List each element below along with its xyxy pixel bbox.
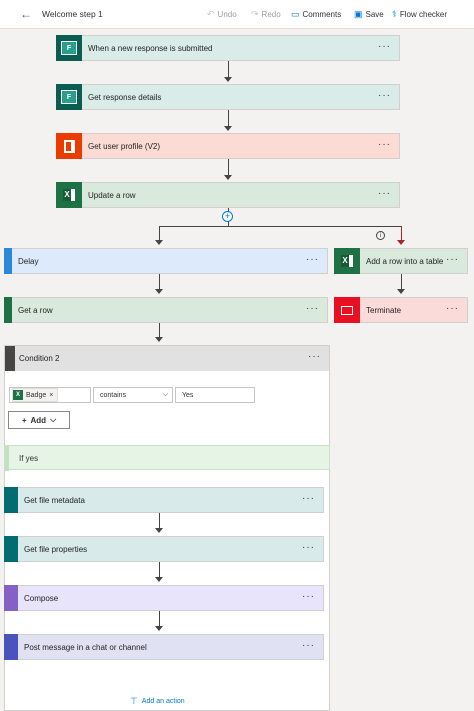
more-options-icon[interactable]: ··· xyxy=(306,304,319,314)
flow-checker-button[interactable]: ⚕ Flow checker xyxy=(392,9,447,20)
forms-icon: F xyxy=(56,84,82,110)
office-icon xyxy=(56,133,82,159)
more-options-icon[interactable]: ··· xyxy=(378,91,391,101)
sharepoint-icon xyxy=(4,487,18,513)
more-options-icon[interactable]: ··· xyxy=(378,140,391,150)
arrow-down-icon xyxy=(155,528,163,533)
connector xyxy=(159,611,160,627)
add-action-button[interactable]: ⊤ Add an action xyxy=(130,696,185,707)
arrow-down-icon xyxy=(155,626,163,631)
connector xyxy=(401,274,402,290)
add-action-icon: ⊤ xyxy=(130,696,138,706)
connector xyxy=(228,110,229,127)
arrow-down-icon xyxy=(224,126,232,131)
condition-left-operand[interactable]: X Badge × xyxy=(9,387,91,403)
connector xyxy=(228,159,229,176)
arrow-down-icon xyxy=(155,577,163,582)
comment-icon: ▭ xyxy=(291,9,300,19)
condition-operator-select[interactable]: contains ⌵ xyxy=(93,387,173,403)
teams-icon xyxy=(4,634,18,660)
forms-icon: F xyxy=(56,35,82,61)
connector xyxy=(159,274,160,290)
arrow-down-icon xyxy=(224,175,232,180)
step-trigger-card[interactable]: F When a new response is submitted ··· xyxy=(56,35,400,61)
redo-icon: ↷ xyxy=(251,9,259,19)
terminate-icon xyxy=(334,297,360,323)
check-icon xyxy=(5,446,9,471)
excel-icon: X xyxy=(13,390,23,400)
undo-icon: ↶ xyxy=(207,9,215,19)
info-icon[interactable]: i xyxy=(376,231,385,240)
excel-icon xyxy=(334,248,360,274)
connector xyxy=(228,61,229,78)
step-get-row-card[interactable]: Get a row ··· xyxy=(4,297,328,323)
more-options-icon[interactable]: ··· xyxy=(378,189,391,199)
more-options-icon[interactable]: ··· xyxy=(302,543,315,553)
step-get-file-properties-card[interactable]: Get file properties ··· xyxy=(4,536,324,562)
step-get-response-card[interactable]: F Get response details ··· xyxy=(56,84,400,110)
plus-icon: + xyxy=(21,415,27,425)
step-compose-card[interactable]: Compose ··· xyxy=(4,585,324,611)
arrow-down-icon xyxy=(155,289,163,294)
connector-dashed xyxy=(401,226,402,241)
more-options-icon[interactable]: ··· xyxy=(378,42,391,52)
arrow-down-icon xyxy=(397,289,405,294)
more-options-icon[interactable]: ··· xyxy=(306,255,319,265)
sharepoint-icon xyxy=(4,536,18,562)
chevron-down-icon: ⌵ xyxy=(162,391,168,398)
arrow-down-icon xyxy=(224,77,232,82)
step-add-row-table-card[interactable]: Add a row into a table ··· xyxy=(334,248,468,274)
back-arrow-icon[interactable]: ← xyxy=(20,7,32,21)
step-delay-card[interactable]: Delay ··· xyxy=(4,248,328,274)
connector xyxy=(159,562,160,578)
connector xyxy=(159,513,160,529)
clock-icon xyxy=(4,248,12,274)
if-yes-branch-header[interactable]: If yes xyxy=(4,445,330,471)
condition-icon xyxy=(5,346,15,371)
step-post-message-card[interactable]: Post message in a chat or channel ··· xyxy=(4,634,324,660)
more-options-icon[interactable]: ··· xyxy=(446,255,459,265)
arrow-down-icon xyxy=(155,337,163,342)
save-button[interactable]: ▣ Save xyxy=(354,9,384,20)
condition-right-operand[interactable]: Yes xyxy=(175,387,255,403)
step-get-file-metadata-card[interactable]: Get file metadata ··· xyxy=(4,487,324,513)
more-options-icon[interactable]: ··· xyxy=(302,592,315,602)
excel-icon xyxy=(4,297,12,323)
flow-title: Welcome step 1 xyxy=(42,9,103,19)
step-get-user-card[interactable]: Get user profile (V2) ··· xyxy=(56,133,400,159)
chevron-down-icon: ⌵ xyxy=(50,415,57,424)
insert-step-plus-icon[interactable]: + xyxy=(222,211,233,222)
excel-icon xyxy=(56,182,82,208)
condition-header[interactable]: Condition 2 ··· xyxy=(5,346,329,371)
redo-button[interactable]: ↷ Redo xyxy=(251,9,281,20)
more-options-icon[interactable]: ··· xyxy=(446,304,459,314)
command-bar: ← Welcome step 1 ↶ Undo ↷ Redo ▭ Comments ▣… xyxy=(0,0,474,29)
stethoscope-icon: ⚕ xyxy=(392,9,397,19)
step-update-row-card[interactable]: Update a row ··· xyxy=(56,182,400,208)
more-options-icon[interactable]: ··· xyxy=(302,494,315,504)
connector xyxy=(159,323,160,338)
remove-token-icon[interactable]: × xyxy=(49,392,53,399)
arrow-down-icon xyxy=(397,240,405,245)
comments-button[interactable]: ▭ Comments xyxy=(291,9,341,20)
more-options-icon[interactable]: ··· xyxy=(308,352,321,362)
badge-token[interactable]: X Badge × xyxy=(12,388,59,402)
add-condition-button[interactable]: + Add ⌵ xyxy=(8,411,70,429)
undo-button[interactable]: ↶ Undo xyxy=(207,9,237,20)
branch-connector xyxy=(159,226,402,227)
compose-icon xyxy=(4,585,18,611)
arrow-down-icon xyxy=(155,240,163,245)
step-terminate-card[interactable]: Terminate ··· xyxy=(334,297,468,323)
save-icon: ▣ xyxy=(354,9,363,19)
more-options-icon[interactable]: ··· xyxy=(302,641,315,651)
connector xyxy=(159,226,160,241)
